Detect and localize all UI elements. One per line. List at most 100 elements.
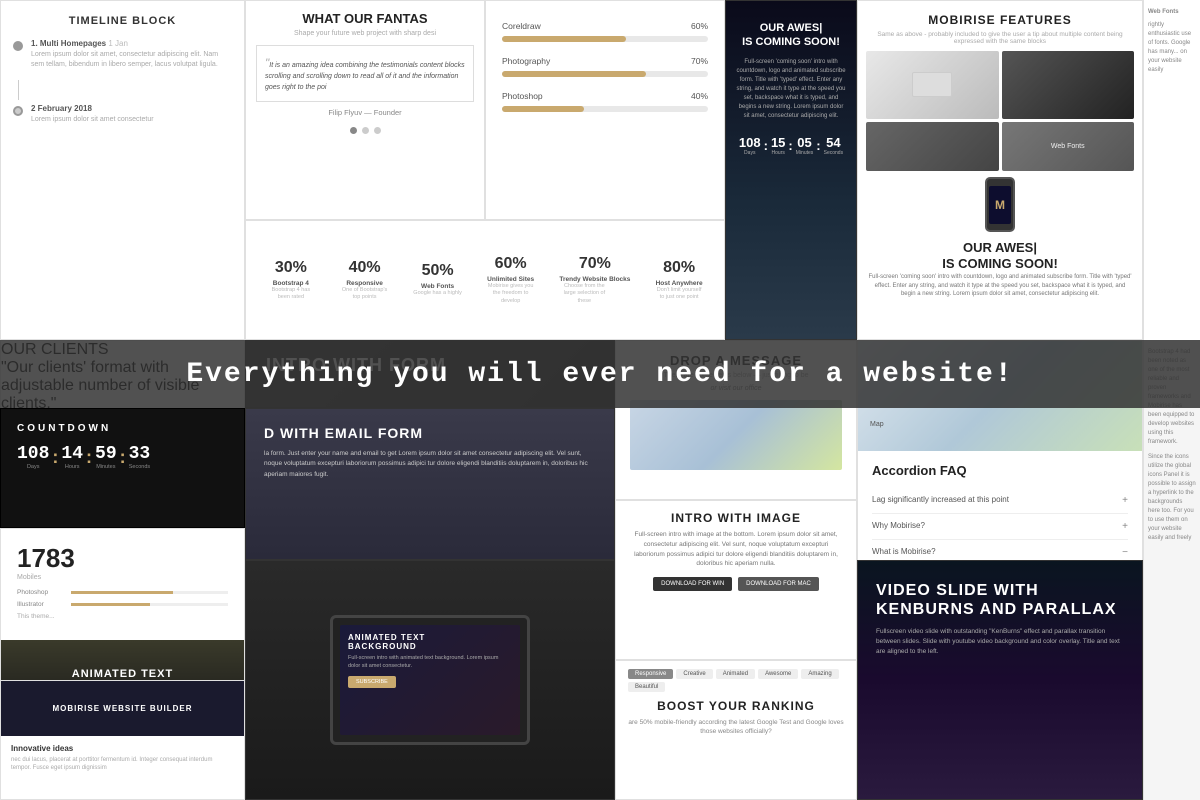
tab-creative[interactable]: Creative — [676, 669, 712, 679]
laptop-desc: Full-screen intro with animated text bac… — [348, 655, 512, 670]
builder-body: Innovative ideas nec dui lacus, placerat… — [1, 736, 244, 781]
skill-ai-label: Illustrator — [17, 601, 67, 608]
download-mac-btn[interactable]: DOWNLOAD FOR MAC — [738, 577, 819, 591]
tile-laptop-dark: ANIMATED TEXTBACKGROUND Full-screen intr… — [245, 560, 615, 800]
skill-photoshop-label: Photoshop — [502, 91, 543, 101]
skill-photoshop-pct: 40% — [691, 91, 708, 101]
dot-1 — [350, 127, 357, 134]
timeline-item1-text: Lorem ipsum dolor sit amet, consectetur … — [31, 50, 232, 70]
tile-whatisfantas: WHAT OUR FANTAS Shape your future web pr… — [245, 0, 485, 220]
coming-soon-text: Full-screen 'coming soon' intro with cou… — [736, 58, 846, 121]
email-form-body: la form. Just enter your name and email … — [264, 449, 596, 480]
email-form-heading: D WITH EMAIL FORM — [264, 425, 596, 441]
tab-animated[interactable]: Animated — [716, 669, 755, 679]
tab-awesome[interactable]: Awesome — [758, 669, 798, 679]
cd-days: 108 Days — [17, 444, 49, 470]
dot-2 — [362, 127, 369, 134]
skill-photoshop-bg — [502, 106, 708, 112]
laptop-screen: ANIMATED TEXTBACKGROUND Full-screen intr… — [330, 615, 530, 745]
tab-amazing[interactable]: Amazing — [801, 669, 838, 679]
stat-unlimited: 60% Unlimited Sites Mobirise gives you t… — [486, 255, 536, 304]
coming-countdown: 108 Days : 15 Hours : 05 Minutes : 54 Se… — [736, 135, 846, 156]
faq-title: Accordion FAQ — [872, 463, 1128, 478]
fantas-sub: Shape your future web project with sharp… — [246, 30, 484, 37]
skill-illustrator-row: Illustrator — [17, 601, 228, 608]
theme-label: This theme... — [17, 613, 228, 620]
mobirise-phone-row: M — [858, 177, 1142, 232]
video-slide-content: VIDEO SLIDE WITH KENBURNS AND PARALLAX F… — [858, 561, 1142, 677]
intro-form-body-content: D WITH EMAIL FORM la form. Just enter yo… — [246, 409, 614, 496]
drop-map — [630, 400, 842, 470]
banner-text: Everything you will ever need for a webs… — [186, 359, 1013, 390]
tab-beautiful[interactable]: Beautiful — [628, 682, 665, 692]
stat-bootstrap: 30% Bootstrap 4 Bootstrap 4 has been rat… — [266, 259, 316, 301]
stat-host: 80% Host Anywhere Don't limit yourself t… — [654, 259, 704, 301]
right-strip-body: rightly enthusiastic use of fonts. Googl… — [1148, 21, 1196, 75]
intro-image-content: INTRO WITH IMAGE Full-screen intro with … — [616, 501, 856, 601]
cd-hours: 14 Hours — [61, 444, 83, 470]
stat-bootstrap-pct: 30% — [266, 259, 316, 277]
animated-number: 1783 — [17, 543, 228, 574]
skill-ai-bar-bg — [71, 603, 228, 606]
fantas-author: Filip Flyuv — Founder — [246, 108, 484, 117]
tile-skills: Coreldraw 60% Photography 70% Photosho — [485, 0, 725, 220]
countdown-title: COUNTDOWN — [17, 423, 228, 434]
skill-photography: Photography 70% — [502, 56, 708, 77]
intro-image-title: INTRO WITH IMAGE — [628, 511, 844, 525]
timeline-item1-label: 1. Multi Homepages 1 Jan — [31, 39, 232, 48]
fantas-quote: "It is an amazing idea combining the tes… — [256, 45, 474, 102]
coming-soon-title: OUR AWES|IS COMING SOON! — [736, 21, 846, 50]
skill-photoshop-fill — [502, 106, 584, 112]
tile-right-strip-bottom: Bootstrap 4 had been noted as one of the… — [1143, 340, 1200, 800]
countdown-content: COUNTDOWN 108 Days : 14 Hours : 59 Minut… — [1, 409, 244, 484]
mobirise-phone: M — [985, 177, 1015, 232]
laptop-title: ANIMATED TEXTBACKGROUND — [348, 633, 512, 651]
timeline-item2-label: 2 February 2018 — [31, 104, 154, 113]
laptop-dark-content: ANIMATED TEXTBACKGROUND Full-screen intr… — [246, 561, 614, 799]
mobirise-img-2 — [1002, 51, 1135, 119]
tab-responsive[interactable]: Responsive — [628, 669, 673, 679]
mobirise-features-sub: Same as above - probably included to giv… — [858, 31, 1142, 45]
faq-item-2[interactable]: Why Mobirise? + — [872, 514, 1128, 540]
timeline-header: TIMELINE BLOCK — [1, 1, 244, 33]
skills-container: Coreldraw 60% Photography 70% Photosho — [486, 1, 724, 146]
timeline-item2-text: Lorem ipsum dolor sit amet consectetur — [31, 115, 154, 125]
stat-trendy: 70% Trendy Website Blocks Choose from th… — [559, 255, 630, 304]
tile-right-strip: Web Fonts rightly enthusiastic use of fo… — [1143, 0, 1200, 340]
mobirise-images-grid: Web Fonts — [866, 51, 1134, 171]
timeline-dot-2 — [13, 106, 23, 116]
skill-ai-bar-fill — [71, 603, 150, 606]
skill-ps-bar-bg — [71, 591, 228, 594]
skill-coreldraw-fill — [502, 36, 626, 42]
mobirise-coming-text: Full-screen 'coming soon' intro with cou… — [858, 273, 1142, 298]
skill-coreldraw-label: Coreldraw — [502, 21, 541, 31]
builder-title: MOBIRISE WEBSITE BUILDER — [52, 704, 192, 713]
builder-header: MOBIRISE WEBSITE BUILDER — [1, 681, 244, 736]
mobirise-features-header: MOBIRISE FEATURES — [858, 1, 1142, 31]
tile-mobirise-features: MOBIRISE FEATURES Same as above - probab… — [857, 0, 1143, 340]
cd-seconds: 33 Seconds — [129, 444, 151, 470]
faq-item-1[interactable]: Lag significantly increased at this poin… — [872, 488, 1128, 514]
animated-label: Mobiles — [17, 574, 228, 581]
skill-coreldraw-bg — [502, 36, 708, 42]
tile-mobirise-builder: MOBIRISE WEBSITE BUILDER Innovative idea… — [0, 680, 245, 800]
tile-timeline: TIMELINE BLOCK 1. Multi Homepages 1 Jan … — [0, 0, 245, 340]
timeline-dot-1 — [13, 41, 23, 51]
builder-sub: Innovative ideas — [11, 744, 234, 753]
animated-text-content: 1783 Mobiles Photoshop Illustrator This … — [1, 529, 244, 640]
main-banner: Everything you will ever need for a webs… — [0, 340, 1200, 408]
faq-q-2: Why Mobirise? + — [872, 521, 1128, 532]
boost-title: BOOST YOUR RANKING — [628, 699, 844, 713]
fantas-dots — [246, 127, 484, 134]
download-win-btn[interactable]: DOWNLOAD FOR WIN — [653, 577, 732, 591]
fantas-header: WHAT OUR FANTAS — [246, 1, 484, 30]
cd-sep2: : — [86, 447, 92, 468]
skill-photography-label: Photography — [502, 56, 550, 66]
cd-minutes: 59 Minutes — [95, 444, 117, 470]
stat-bootstrap-desc: Bootstrap 4 has been rated — [266, 287, 316, 301]
cd-sep1: : — [52, 447, 58, 468]
mobirise-img-4: Web Fonts — [1002, 122, 1135, 172]
skill-coreldraw: Coreldraw 60% — [502, 21, 708, 42]
faq-q-1: Lag significantly increased at this poin… — [872, 495, 1128, 506]
countdown-timer: 108 Days : 14 Hours : 59 Minutes : 33 Se… — [17, 444, 228, 470]
